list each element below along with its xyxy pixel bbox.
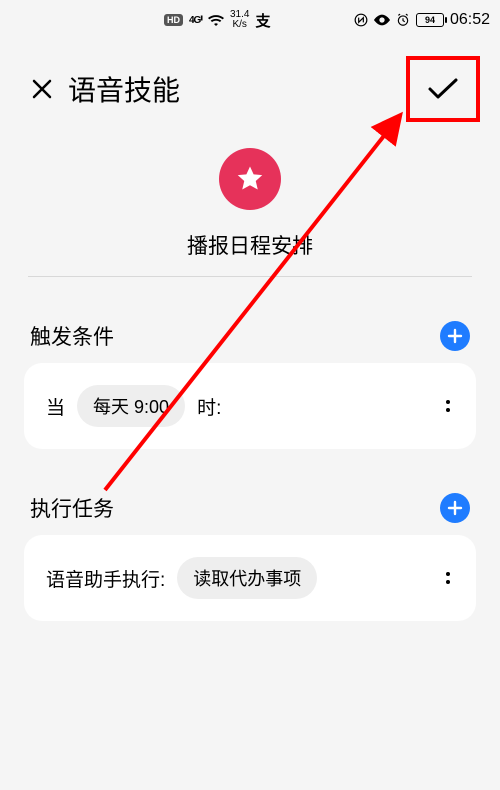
status-bar: HD 4Gᴵᴵ 31.4 K/s 支 94 06:52 bbox=[0, 0, 500, 40]
wifi-icon bbox=[208, 14, 224, 26]
trigger-section: 触发条件 当 每天 9:00 时: bbox=[0, 321, 500, 449]
task-more-icon[interactable] bbox=[442, 568, 454, 588]
net-speed: 31.4 K/s bbox=[230, 10, 249, 30]
page-header: 语音技能 bbox=[0, 40, 500, 128]
hd-badge: HD bbox=[164, 14, 183, 26]
add-trigger-button[interactable] bbox=[440, 321, 470, 351]
trigger-more-icon[interactable] bbox=[442, 396, 454, 416]
add-task-button[interactable] bbox=[440, 493, 470, 523]
clock: 06:52 bbox=[450, 11, 490, 29]
trigger-suffix: 时: bbox=[197, 393, 221, 420]
trigger-prefix: 当 bbox=[46, 393, 65, 420]
skill-name-input[interactable]: 播报日程安排 bbox=[28, 222, 472, 277]
status-right: 94 06:52 bbox=[354, 11, 490, 29]
trigger-card[interactable]: 当 每天 9:00 时: bbox=[24, 363, 476, 449]
annotation-highlight-box bbox=[406, 56, 480, 122]
trigger-time-chip[interactable]: 每天 9:00 bbox=[77, 385, 185, 427]
nfc-icon bbox=[354, 13, 368, 27]
task-section-title: 执行任务 bbox=[30, 493, 114, 523]
task-section: 执行任务 语音助手执行: 读取代办事项 bbox=[0, 493, 500, 621]
alipay-icon: 支 bbox=[255, 10, 270, 31]
trigger-section-title: 触发条件 bbox=[30, 321, 114, 351]
close-icon[interactable] bbox=[30, 77, 54, 101]
page-title: 语音技能 bbox=[68, 69, 180, 109]
task-action-chip[interactable]: 读取代办事项 bbox=[177, 557, 317, 599]
eye-icon bbox=[374, 14, 390, 26]
skill-star-icon bbox=[219, 148, 281, 210]
network-gen: 4Gᴵᴵ bbox=[189, 15, 202, 26]
status-left: HD 4Gᴵᴵ 31.4 K/s 支 bbox=[164, 10, 270, 31]
battery-indicator: 94 bbox=[416, 13, 444, 27]
confirm-button[interactable] bbox=[408, 58, 478, 120]
task-label: 语音助手执行: bbox=[46, 565, 165, 592]
alarm-icon bbox=[396, 13, 410, 27]
task-card[interactable]: 语音助手执行: 读取代办事项 bbox=[24, 535, 476, 621]
